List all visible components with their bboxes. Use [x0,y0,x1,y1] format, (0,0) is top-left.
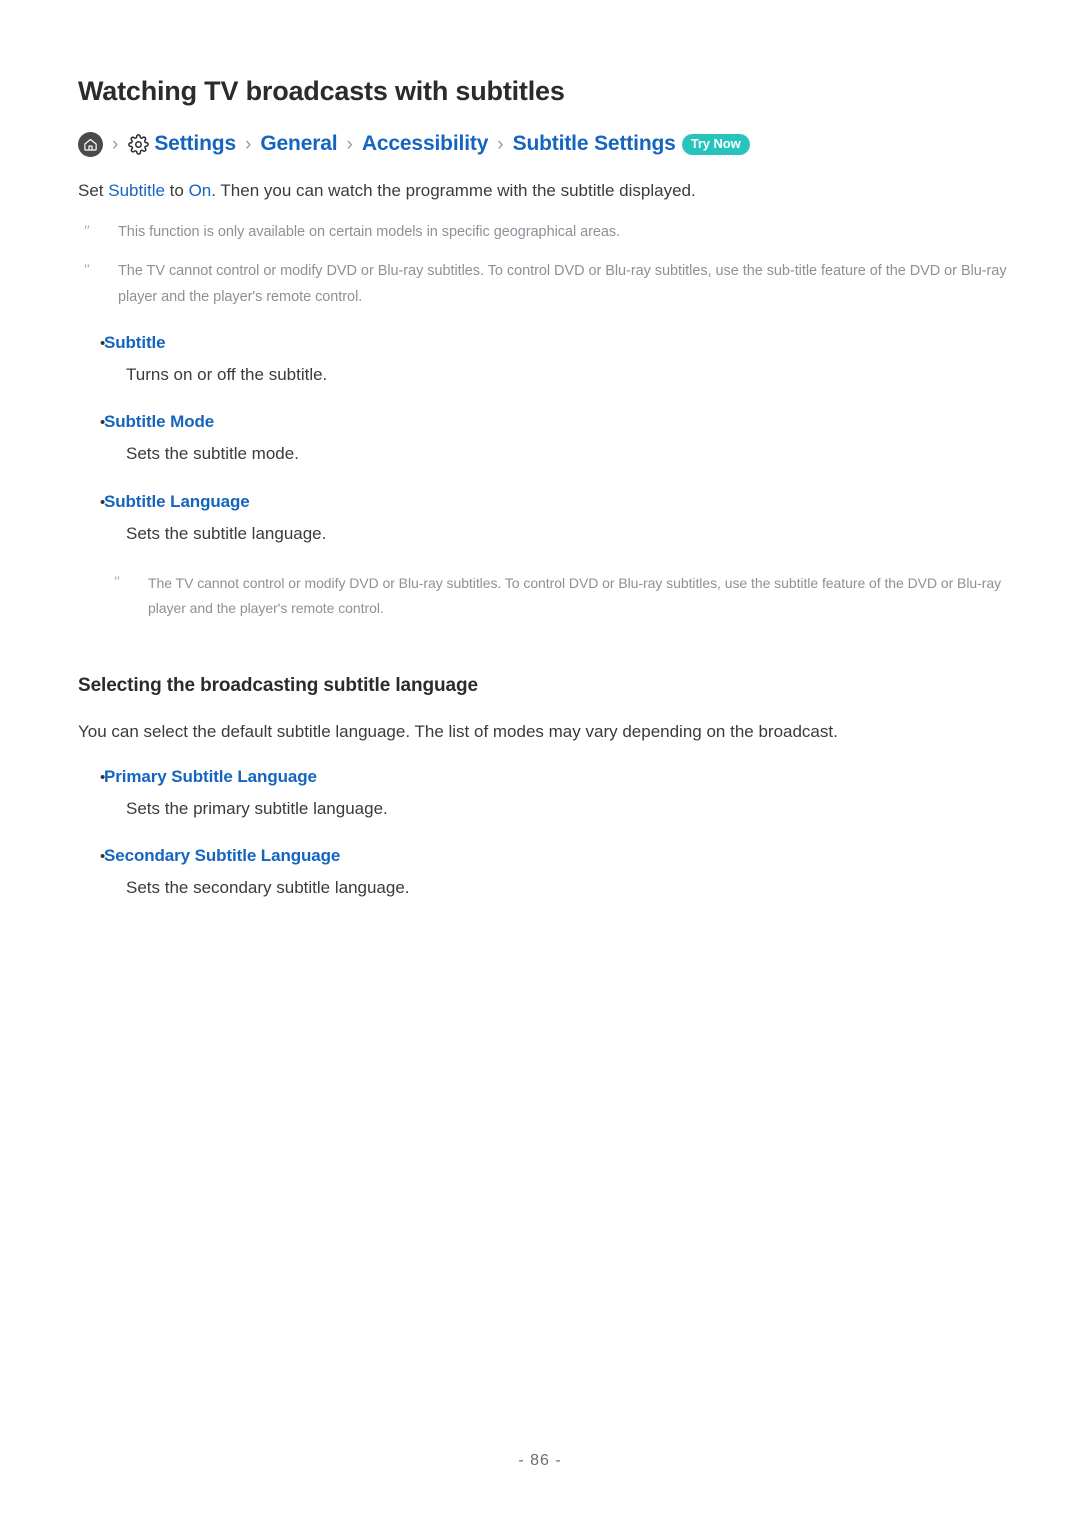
list-item-label[interactable]: Secondary Subtitle Language [104,846,340,866]
page-number: - 86 - [518,1452,562,1469]
nested-note-item: ″ The TV cannot control or modify DVD or… [108,571,1020,621]
section-intro: You can select the default subtitle lang… [78,722,838,742]
list-item-label[interactable]: Subtitle [104,333,166,353]
breadcrumb-separator-3: › [346,133,353,155]
list-item-header: • Secondary Subtitle Language [78,846,1020,866]
breadcrumb-separator-2: › [244,133,252,155]
list-item-label[interactable]: Subtitle Mode [104,412,214,432]
breadcrumb-item-accessibility[interactable]: Accessibility [362,132,489,156]
breadcrumb: › Settings › General › Accessibility › S… [78,129,1020,159]
note-item: ″ This function is only available on cer… [78,220,1020,246]
note-text: The TV cannot control or modify DVD or B… [118,263,1007,306]
language-options-list: • Primary Subtitle Language Sets the pri… [78,767,1020,901]
lead-keyword-on: On [188,181,212,200]
bullet-icon: • [100,414,106,432]
lead-paragraph: Set Subtitle to On. Then you can watch t… [78,178,1020,204]
bullet-icon: • [100,768,106,786]
lead-keyword-subtitle: Subtitle [108,181,165,200]
page-title: Watching TV broadcasts with subtitles [78,76,565,106]
gear-icon[interactable] [127,133,149,155]
note-marker-icon: ″ [114,574,121,591]
list-item: • Subtitle Turns on or off the subtitle. [78,333,1020,388]
list-item-header: • Subtitle Language [78,492,1020,512]
list-item-description: Sets the subtitle language. [126,523,327,543]
list-item-description: Turns on or off the subtitle. [126,364,328,384]
list-item: • Subtitle Language Sets the subtitle la… [78,492,1020,547]
bullet-icon: • [100,334,106,352]
bullet-icon: • [100,493,106,511]
breadcrumb-separator-4: › [497,133,504,155]
list-item-header: • Primary Subtitle Language [78,767,1020,787]
list-item-description: Sets the subtitle mode. [126,444,299,464]
breadcrumb-item-general[interactable]: General [260,132,337,156]
note-text: This function is only available on certa… [118,223,621,240]
document-page: Watching TV broadcasts with subtitles › … [0,0,1080,1527]
list-item: • Subtitle Mode Sets the subtitle mode. [78,412,1020,467]
lead-text-1: Set [78,181,109,200]
list-item-description: Sets the primary subtitle language. [126,798,388,818]
home-icon[interactable] [78,131,103,157]
note-marker-icon: ″ [84,262,91,279]
note-text: The TV cannot control or modify DVD or B… [148,575,1002,617]
list-item-label[interactable]: Primary Subtitle Language [104,767,317,787]
breadcrumb-separator-1: › [112,133,119,155]
lead-text-2: to [164,181,189,200]
breadcrumb-item-settings[interactable]: Settings [154,132,236,156]
list-item: • Secondary Subtitle Language Sets the s… [78,846,1020,901]
try-now-badge[interactable]: Try Now [681,133,750,155]
breadcrumb-item-subtitle-settings[interactable]: Subtitle Settings [513,132,676,156]
subtitle-options-list: • Subtitle Turns on or off the subtitle.… [78,333,1020,621]
list-item-description: Sets the secondary subtitle language. [126,878,410,898]
note-marker-icon: ″ [84,222,91,239]
note-item: ″ The TV cannot control or modify DVD or… [78,259,1020,311]
bullet-icon: • [100,848,106,866]
list-item-header: • Subtitle [78,333,1020,353]
list-item: • Primary Subtitle Language Sets the pri… [78,767,1020,822]
list-item-header: • Subtitle Mode [78,412,1020,432]
lead-text-3: . Then you can watch the programme with … [211,181,696,200]
section-title: Selecting the broadcasting subtitle lang… [78,675,478,697]
list-item-label[interactable]: Subtitle Language [104,492,250,512]
